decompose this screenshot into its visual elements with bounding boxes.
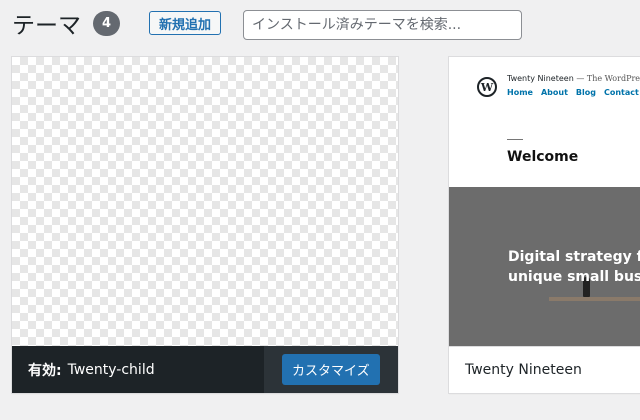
preview-nav-item: Blog bbox=[575, 88, 596, 97]
preview-nav: Home About Blog Contact bbox=[507, 88, 639, 97]
theme-screenshot-placeholder[interactable] bbox=[12, 57, 398, 346]
preview-hero-image: Digital strategy fo unique small busin bbox=[449, 187, 640, 346]
preview-site-header: Twenty Nineteen — The WordPress def bbox=[507, 74, 640, 83]
active-theme-bar: 有効: Twenty-child カスタマイズ bbox=[12, 346, 398, 393]
page-title: テーマ bbox=[12, 13, 81, 39]
add-new-theme-button[interactable]: 新規追加 bbox=[149, 11, 222, 35]
theme-count-badge: 4 bbox=[93, 11, 120, 36]
customize-button[interactable]: カスタマイズ bbox=[282, 354, 380, 385]
wordpress-logo-icon: W bbox=[477, 77, 497, 97]
preview-site-title: Twenty Nineteen bbox=[507, 74, 574, 83]
theme-info-bar: Twenty Nineteen bbox=[449, 346, 640, 393]
theme-card-twenty-nineteen[interactable]: W Twenty Nineteen — The WordPress def Ho… bbox=[448, 56, 640, 394]
preview-nav-item: Home bbox=[507, 88, 533, 97]
preview-heading: Welcome bbox=[507, 149, 579, 165]
page-header: テーマ 4 新規追加 bbox=[0, 0, 640, 50]
theme-screenshot[interactable]: W Twenty Nineteen — The WordPress def Ho… bbox=[449, 57, 640, 346]
preview-site-tagline: — The WordPress def bbox=[576, 74, 640, 83]
theme-search-input[interactable] bbox=[243, 10, 522, 40]
preview-nav-item: Contact bbox=[603, 88, 639, 97]
active-theme-name: 有効: Twenty-child bbox=[28, 346, 155, 393]
preview-table bbox=[549, 297, 640, 301]
preview-nav-item: About bbox=[540, 88, 568, 97]
preview-hero-line: unique small busin bbox=[508, 269, 640, 285]
theme-name: Twenty Nineteen bbox=[465, 362, 582, 378]
preview-hero-line: Digital strategy fo bbox=[508, 249, 640, 265]
theme-name: Twenty-child bbox=[67, 361, 155, 378]
active-label: 有効: bbox=[28, 362, 62, 379]
preview-divider bbox=[507, 139, 523, 140]
preview-hero-text: Digital strategy fo unique small busin bbox=[508, 247, 640, 287]
theme-card-active[interactable]: 有効: Twenty-child カスタマイズ bbox=[11, 56, 399, 394]
